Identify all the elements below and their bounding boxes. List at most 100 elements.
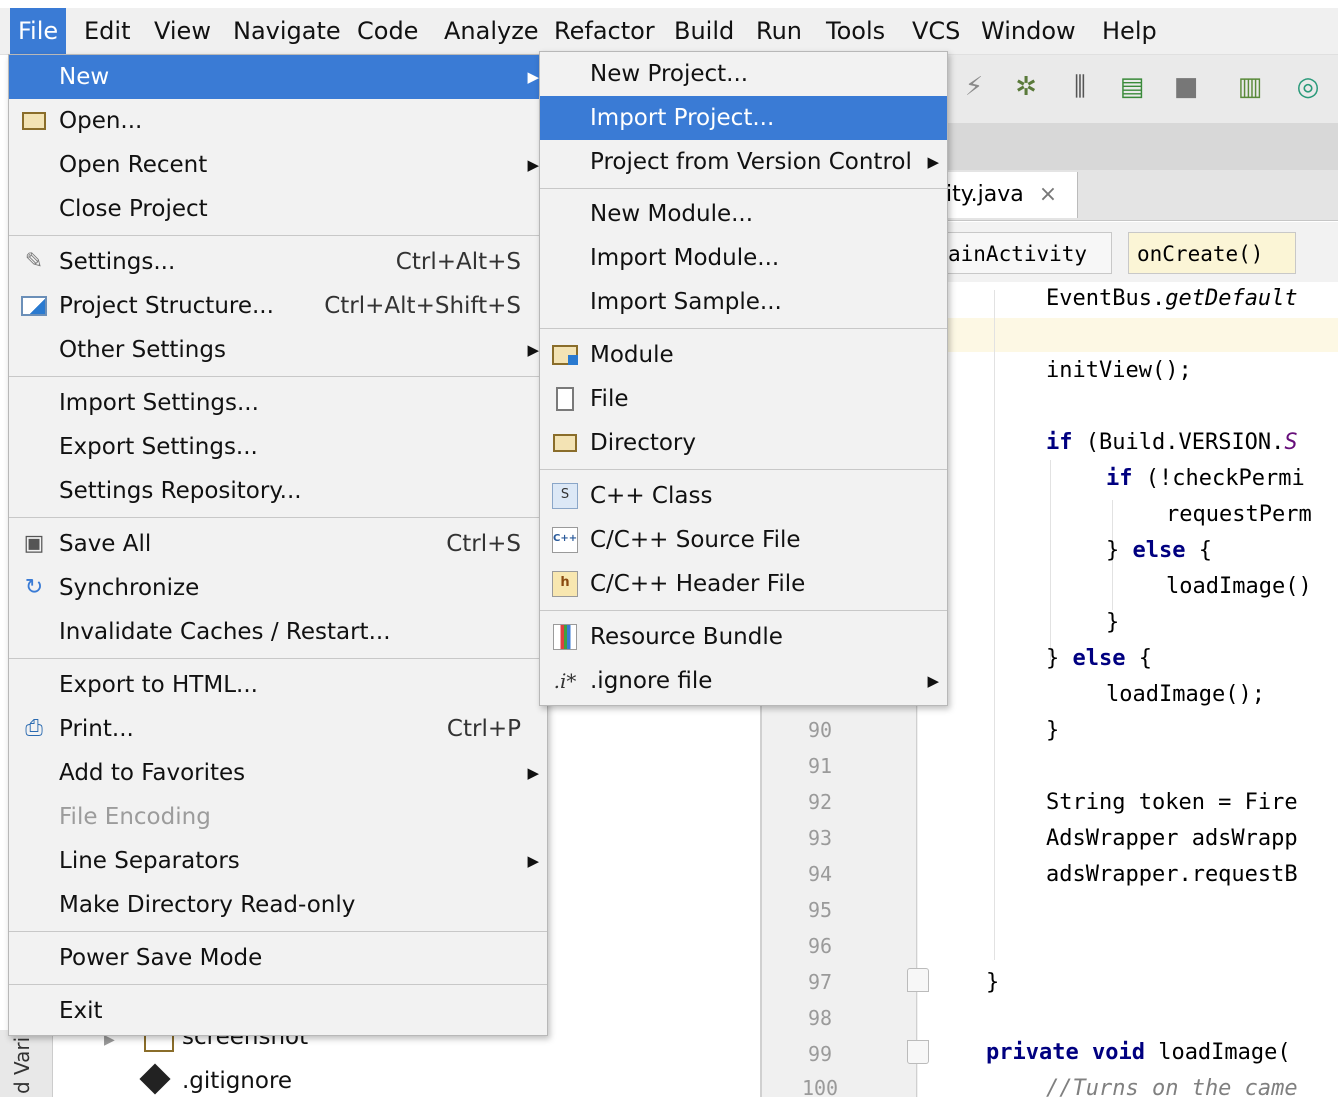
file-menu-settings-repository[interactable]: Settings Repository... <box>9 469 547 513</box>
stop-icon[interactable]: ■ <box>1170 71 1202 103</box>
menu-separator <box>9 658 547 659</box>
menu-file[interactable]: File <box>10 8 67 54</box>
editor-tab-main-activity[interactable]: ity.java × <box>940 172 1078 218</box>
code-line: EventBus.getDefault <box>1046 286 1298 311</box>
wrench-icon: ✎ <box>24 249 44 274</box>
file-menu-exit[interactable]: Exit <box>9 989 547 1033</box>
menu-separator <box>540 328 947 329</box>
menu-item-label: .ignore file <box>590 668 713 694</box>
menu-tools[interactable]: Tools <box>818 8 893 54</box>
build-variants-strip[interactable]: d Vari <box>0 1030 53 1097</box>
line-number: 95 <box>807 898 833 922</box>
file-menu-close-project[interactable]: Close Project <box>9 187 547 231</box>
ignore-file-icon: .i* <box>553 669 577 693</box>
file-menu-settings[interactable]: ✎ Settings... Ctrl+Alt+S <box>9 240 547 284</box>
editor-tab-label: ity.java <box>946 182 1024 207</box>
code-line: //Turns on the came <box>1046 1076 1298 1101</box>
new-menu-module[interactable]: Module <box>540 333 947 377</box>
line-number: 100 <box>801 1076 839 1100</box>
file-menu-line-separators[interactable]: Line Separators ▶ <box>9 839 547 883</box>
menu-run[interactable]: Run <box>748 8 810 54</box>
new-menu-cpp-class[interactable]: S C++ Class <box>540 474 947 518</box>
indent-guide <box>1050 460 1051 660</box>
new-menu-import-sample[interactable]: Import Sample... <box>540 280 947 324</box>
menu-item-label: Import Settings... <box>59 390 259 416</box>
line-number: 98 <box>807 1006 833 1030</box>
breadcrumb-method[interactable]: onCreate() <box>1128 232 1296 274</box>
menu-separator <box>540 188 947 189</box>
menu-analyze[interactable]: Analyze <box>436 8 547 54</box>
new-menu-project-from-vcs[interactable]: Project from Version Control ▶ <box>540 140 947 184</box>
file-menu-add-to-favorites[interactable]: Add to Favorites ▶ <box>9 751 547 795</box>
sync-icon: ↻ <box>24 575 44 600</box>
new-menu-file[interactable]: File <box>540 377 947 421</box>
avd-manager-icon[interactable]: ▥ <box>1234 71 1266 103</box>
menu-item-label: Import Project... <box>590 105 775 131</box>
line-number: 90 <box>807 718 833 742</box>
file-menu-invalidate-caches[interactable]: Invalidate Caches / Restart... <box>9 610 547 654</box>
file-menu-export-settings[interactable]: Export Settings... <box>9 425 547 469</box>
save-icon: ▣ <box>23 531 45 556</box>
file-menu-save-all[interactable]: ▣ Save All Ctrl+S <box>9 522 547 566</box>
file-menu-new[interactable]: New ▶ <box>9 55 547 99</box>
menu-item-label: Import Module... <box>590 245 780 271</box>
fold-marker-icon[interactable] <box>907 1040 929 1064</box>
breadcrumb-class[interactable]: ainActivity <box>940 232 1112 274</box>
new-menu-new-project[interactable]: New Project... <box>540 52 947 96</box>
file-menu-other-settings[interactable]: Other Settings ▶ <box>9 328 547 372</box>
file-menu-open-recent[interactable]: Open Recent ▶ <box>9 143 547 187</box>
line-number: 99 <box>807 1042 833 1066</box>
menu-navigate[interactable]: Navigate <box>225 8 349 54</box>
menu-build[interactable]: Build <box>666 8 742 54</box>
debug-bug-icon[interactable]: ✲ <box>1010 71 1042 103</box>
new-menu-ignore-file[interactable]: .i* .ignore file ▶ <box>540 659 947 703</box>
tool-tab-bar <box>940 123 1338 171</box>
close-icon[interactable]: × <box>1039 182 1057 207</box>
new-menu-resource-bundle[interactable]: Resource Bundle <box>540 615 947 659</box>
menu-item-label: Close Project <box>59 196 208 222</box>
cpp-source-icon: C++ <box>550 525 580 555</box>
file-menu-print[interactable]: ⎙ Print... Ctrl+P <box>9 707 547 751</box>
fold-marker-icon[interactable] <box>907 968 929 992</box>
file-menu-project-structure[interactable]: Project Structure... Ctrl+Alt+Shift+S <box>9 284 547 328</box>
menu-view[interactable]: View <box>146 8 219 54</box>
file-menu-open[interactable]: Open... <box>9 99 547 143</box>
code-line: if (!checkPermi <box>1106 466 1305 491</box>
attach-debugger-icon[interactable]: ▤ <box>1116 71 1148 103</box>
new-menu-cpp-source[interactable]: C++ C/C++ Source File <box>540 518 947 562</box>
profile-icon[interactable]: ⫼ <box>1064 71 1096 103</box>
code-line: AdsWrapper adsWrapp <box>1046 826 1298 851</box>
menu-item-label: C/C++ Header File <box>590 571 806 597</box>
new-menu-directory[interactable]: Directory <box>540 421 947 465</box>
file-menu-make-read-only[interactable]: Make Directory Read-only <box>9 883 547 927</box>
build-variants-label[interactable]: d Vari <box>10 1037 34 1094</box>
menu-item-label: Open Recent <box>59 152 208 178</box>
line-number: 91 <box>807 754 833 778</box>
file-menu-import-settings[interactable]: Import Settings... <box>9 381 547 425</box>
menu-separator <box>9 235 547 236</box>
menu-code[interactable]: Code <box>349 8 426 54</box>
menu-item-shortcut: Ctrl+S <box>446 531 521 557</box>
new-menu-import-project[interactable]: Import Project... <box>540 96 947 140</box>
code-line: private void loadImage( <box>986 1040 1291 1065</box>
menu-item-label: New <box>59 64 110 90</box>
menu-bar: File Edit View Navigate Code Analyze Ref… <box>0 8 1338 55</box>
menu-item-label: Open... <box>59 108 143 134</box>
folder-icon <box>19 106 49 136</box>
file-menu-power-save-mode[interactable]: Power Save Mode <box>9 936 547 980</box>
new-menu-new-module[interactable]: New Module... <box>540 192 947 236</box>
sync-gradle-icon[interactable]: ◎ <box>1292 71 1324 103</box>
menu-edit[interactable]: Edit <box>76 8 138 54</box>
lightning-icon[interactable]: ⚡ <box>958 71 990 103</box>
menu-vcs[interactable]: VCS <box>904 8 968 54</box>
menu-window[interactable]: Window <box>973 8 1084 54</box>
menu-item-label: C/C++ Source File <box>590 527 801 553</box>
code-line: initView(); <box>1046 358 1192 383</box>
file-menu-export-html[interactable]: Export to HTML... <box>9 663 547 707</box>
new-menu-import-module[interactable]: Import Module... <box>540 236 947 280</box>
new-menu-cpp-header[interactable]: h C/C++ Header File <box>540 562 947 606</box>
menu-help[interactable]: Help <box>1094 8 1165 54</box>
file-menu-synchronize[interactable]: ↻ Synchronize <box>9 566 547 610</box>
project-item-gitignore[interactable]: .gitignore <box>182 1068 292 1094</box>
menu-refactor[interactable]: Refactor <box>546 8 663 54</box>
